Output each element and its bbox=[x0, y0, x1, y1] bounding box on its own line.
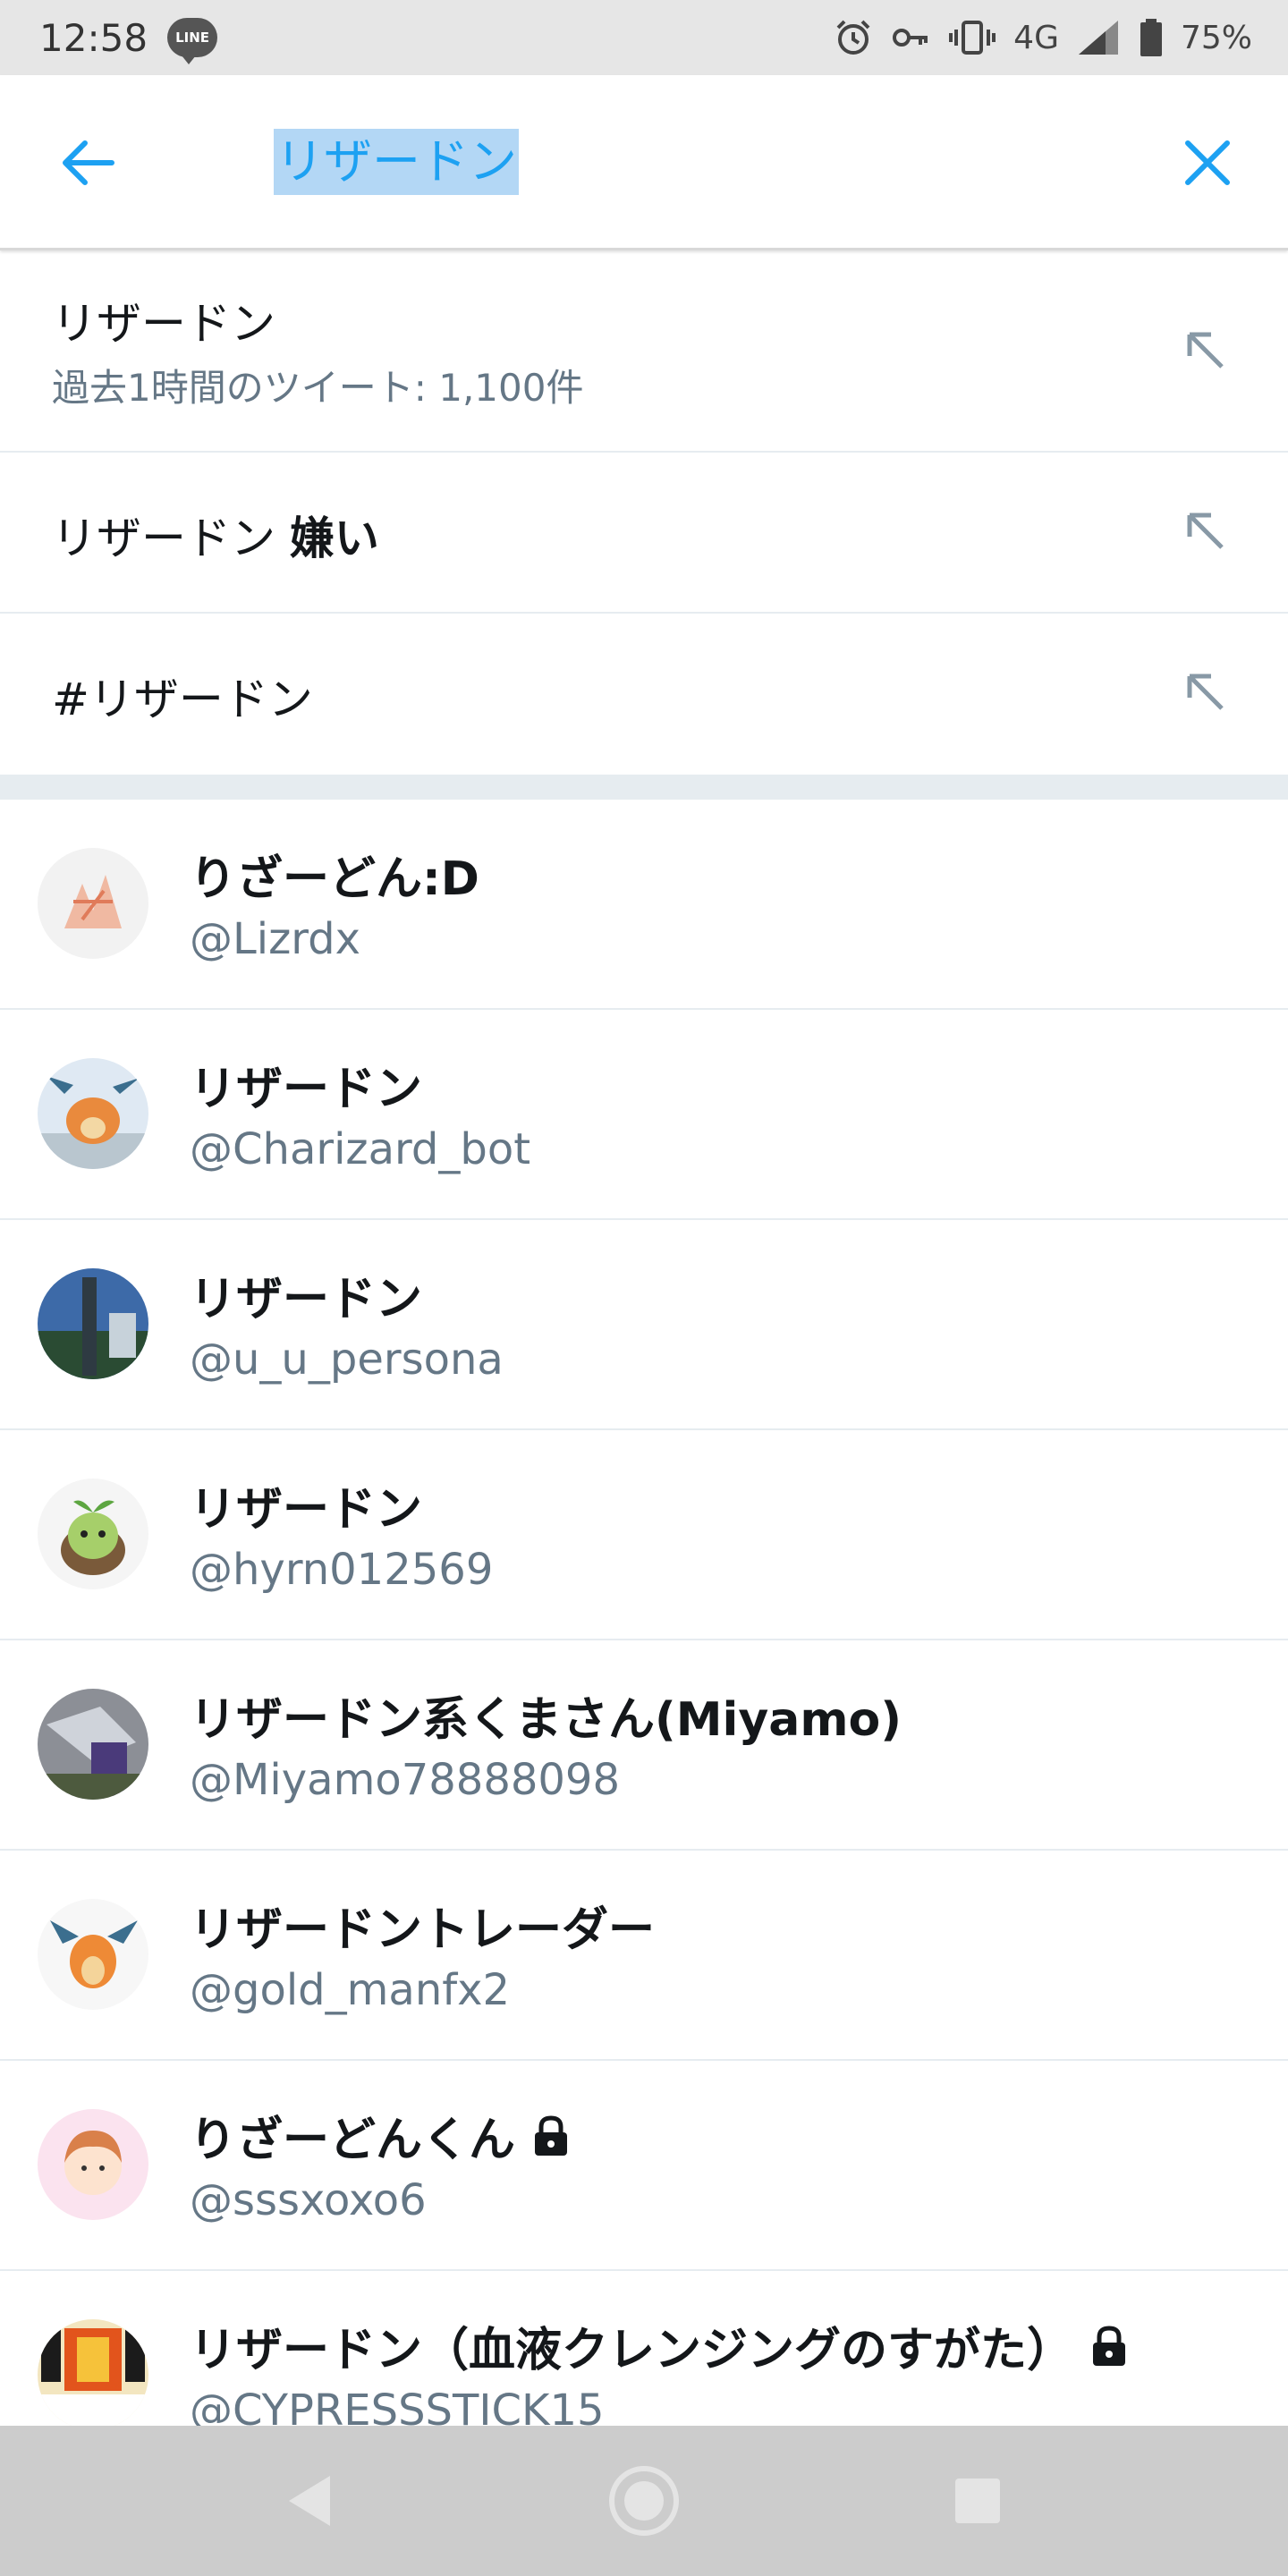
back-button[interactable] bbox=[54, 129, 122, 197]
suggestion-title: リザードン 嫌い bbox=[52, 513, 379, 564]
user-result-row[interactable]: リザードン @Charizard_bot bbox=[0, 1010, 1288, 1220]
status-icons: 4G 75% bbox=[833, 17, 1252, 58]
search-suggestions: リザードン 過去1時間のツイート: 1,100件 リザードン 嫌い #リザードン bbox=[0, 250, 1288, 775]
user-handle: @Lizrdx bbox=[190, 914, 361, 964]
lock-icon bbox=[535, 2114, 568, 2156]
back-triangle-icon bbox=[288, 2476, 330, 2526]
suggestion-title-bold: 嫌い bbox=[289, 513, 379, 564]
fill-query-arrow-icon[interactable] bbox=[1182, 327, 1231, 376]
recents-square-icon bbox=[955, 2479, 1001, 2523]
suggestion-title: #リザードン bbox=[52, 674, 313, 725]
suggestion-title: リザードン bbox=[52, 298, 275, 350]
lock-icon bbox=[1093, 2325, 1126, 2366]
user-results-list: りざーどん:D @Lizrdx リザードン @Charizard_bot リザー… bbox=[0, 800, 1288, 2481]
user-handle: @Miyamo78888098 bbox=[190, 1755, 621, 1805]
search-bar: リザードン bbox=[0, 75, 1288, 250]
user-display-name: リザードン bbox=[190, 1273, 423, 1326]
arrow-left-icon bbox=[63, 140, 114, 185]
user-display-name: りざーどん:D bbox=[190, 852, 479, 906]
line-icon: LINE bbox=[167, 18, 218, 64]
status-bar: 12:58 LINE 4G 75% bbox=[0, 0, 1288, 75]
nav-back-button[interactable] bbox=[266, 2456, 355, 2546]
suggestion-tweet-count: 過去1時間のツイート: 1,100件 bbox=[52, 366, 584, 410]
suggestion-item[interactable]: リザードン 過去1時間のツイート: 1,100件 bbox=[0, 250, 1288, 453]
fill-query-arrow-icon[interactable] bbox=[1182, 669, 1231, 717]
nav-home-button[interactable] bbox=[599, 2456, 689, 2546]
avatar[interactable] bbox=[38, 1689, 148, 1800]
user-display-name: リザードン系くまさん(Miyamo) bbox=[190, 1693, 902, 1747]
section-divider bbox=[0, 775, 1288, 800]
user-result-row[interactable]: リザードン @hyrn012569 bbox=[0, 1430, 1288, 1640]
user-display-name: リザードン bbox=[190, 1063, 423, 1116]
user-handle: @sssxoxo6 bbox=[190, 2175, 427, 2225]
user-display-name: りざーどんくん bbox=[190, 2102, 571, 2169]
user-result-row[interactable]: リザードン系くまさん(Miyamo) @Miyamo78888098 bbox=[0, 1640, 1288, 1851]
user-result-row[interactable]: リザードン @u_u_persona bbox=[0, 1220, 1288, 1430]
battery-level: 75% bbox=[1180, 19, 1252, 56]
clear-search-button[interactable] bbox=[1174, 129, 1241, 197]
navigation-bar bbox=[0, 2426, 1288, 2576]
user-handle: @u_u_persona bbox=[190, 1335, 504, 1385]
avatar[interactable] bbox=[38, 1058, 148, 1169]
avatar[interactable] bbox=[38, 1479, 148, 1589]
user-handle: @Charizard_bot bbox=[190, 1124, 531, 1174]
avatar[interactable] bbox=[38, 2109, 148, 2220]
suggestion-item[interactable]: リザードン 嫌い bbox=[0, 453, 1288, 614]
search-input[interactable]: リザードン bbox=[274, 129, 519, 195]
battery-icon bbox=[1138, 17, 1165, 58]
user-handle: @gold_manfx2 bbox=[190, 1965, 511, 2015]
suggestion-item[interactable]: #リザードン bbox=[0, 614, 1288, 775]
key-icon bbox=[890, 17, 931, 58]
user-result-row[interactable]: リザードントレーダー @gold_manfx2 bbox=[0, 1851, 1288, 2061]
user-result-row[interactable]: りざーどん:D @Lizrdx bbox=[0, 800, 1288, 1010]
close-icon bbox=[1185, 140, 1230, 185]
nav-recents-button[interactable] bbox=[933, 2456, 1022, 2546]
user-display-name: リザードン bbox=[190, 1483, 423, 1537]
avatar[interactable] bbox=[38, 848, 148, 959]
avatar[interactable] bbox=[38, 1268, 148, 1379]
home-circle-icon bbox=[608, 2466, 679, 2536]
status-time: 12:58 bbox=[39, 15, 148, 60]
signal-icon bbox=[1075, 17, 1122, 58]
alarm-icon bbox=[833, 17, 874, 58]
user-handle: @hyrn012569 bbox=[190, 1545, 494, 1595]
user-result-row[interactable]: りざーどんくん @sssxoxo6 bbox=[0, 2061, 1288, 2271]
user-display-name: リザードン（血液クレンジングのすがた） bbox=[190, 2312, 1129, 2379]
network-type: 4G bbox=[1013, 19, 1059, 56]
avatar[interactable] bbox=[38, 1899, 148, 2010]
fill-query-arrow-icon[interactable] bbox=[1182, 508, 1231, 556]
user-display-name: リザードントレーダー bbox=[190, 1903, 656, 1957]
vibrate-icon bbox=[947, 17, 997, 58]
avatar[interactable] bbox=[38, 2319, 148, 2430]
